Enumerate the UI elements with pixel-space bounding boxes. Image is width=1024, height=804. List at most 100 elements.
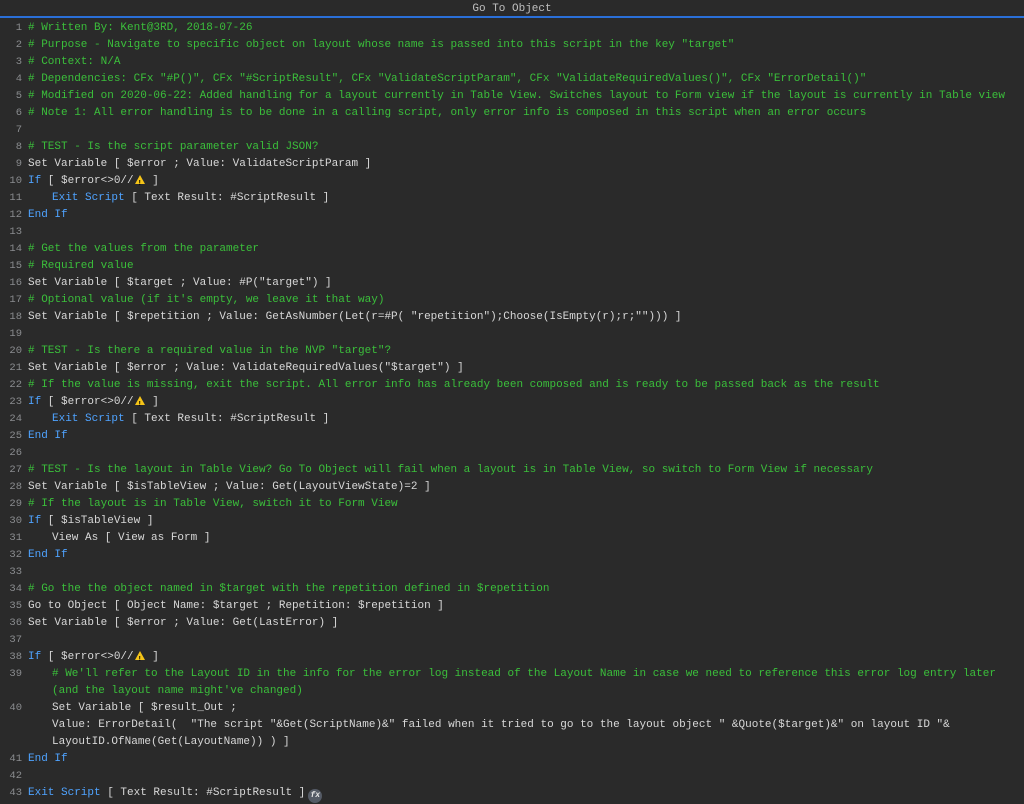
line-number: 20	[0, 343, 28, 360]
warning-icon	[135, 396, 145, 405]
script-line[interactable]: 39# We'll refer to the Layout ID in the …	[0, 666, 1024, 700]
code-content: # Written By: Kent@3RD, 2018-07-26	[28, 20, 1024, 37]
script-line[interactable]: 25End If	[0, 428, 1024, 445]
code-content: Set Variable [ $repetition ; Value: GetA…	[28, 309, 1024, 326]
code-content: If [ $error<>0// ]	[28, 394, 1024, 411]
code-content: # We'll refer to the Layout ID in the in…	[28, 666, 1024, 700]
line-number: 39	[0, 666, 28, 683]
line-number: 10	[0, 173, 28, 190]
code-content: # Go the the object named in $target wit…	[28, 581, 1024, 598]
script-line[interactable]: 23If [ $error<>0// ]	[0, 394, 1024, 411]
code-content	[28, 564, 1024, 581]
line-number: 22	[0, 377, 28, 394]
script-line[interactable]: 27# TEST - Is the layout in Table View? …	[0, 462, 1024, 479]
code-content: # Optional value (if it's empty, we leav…	[28, 292, 1024, 309]
script-line[interactable]: 4# Dependencies: CFx "#P()", CFx "#Scrip…	[0, 71, 1024, 88]
code-content: # Purpose - Navigate to specific object …	[28, 37, 1024, 54]
script-line[interactable]: 41End If	[0, 751, 1024, 768]
code-content: If [ $error<>0// ]	[28, 173, 1024, 190]
script-line[interactable]: 13	[0, 224, 1024, 241]
script-line[interactable]: 34# Go the the object named in $target w…	[0, 581, 1024, 598]
script-line[interactable]: 21Set Variable [ $error ; Value: Validat…	[0, 360, 1024, 377]
code-content	[28, 445, 1024, 462]
script-line[interactable]: 6# Note 1: All error handling is to be d…	[0, 105, 1024, 122]
code-content: # Get the values from the parameter	[28, 241, 1024, 258]
code-content: # Modified on 2020-06-22: Added handling…	[28, 88, 1024, 105]
code-content: # If the layout is in Table View, switch…	[28, 496, 1024, 513]
line-number: 16	[0, 275, 28, 292]
code-content: # Required value	[28, 258, 1024, 275]
script-line[interactable]: 18Set Variable [ $repetition ; Value: Ge…	[0, 309, 1024, 326]
script-line[interactable]: 42	[0, 768, 1024, 785]
line-number: 43	[0, 785, 28, 802]
line-number: 35	[0, 598, 28, 615]
code-content	[28, 326, 1024, 343]
code-content: Exit Script [ Text Result: #ScriptResult…	[28, 785, 1024, 803]
script-line[interactable]: 30If [ $isTableView ]	[0, 513, 1024, 530]
script-line[interactable]: 20# TEST - Is there a required value in …	[0, 343, 1024, 360]
code-content: Exit Script [ Text Result: #ScriptResult…	[28, 190, 1024, 207]
code-content: Set Variable [ $error ; Value: Get(LastE…	[28, 615, 1024, 632]
code-content: # Context: N/A	[28, 54, 1024, 71]
line-number: 4	[0, 71, 28, 88]
line-number: 30	[0, 513, 28, 530]
code-content: Set Variable [ $error ; Value: ValidateR…	[28, 360, 1024, 377]
script-line[interactable]: 26	[0, 445, 1024, 462]
line-number: 24	[0, 411, 28, 428]
script-line[interactable]: 17# Optional value (if it's empty, we le…	[0, 292, 1024, 309]
code-content: Set Variable [ $result_Out ;Value: Error…	[28, 700, 1024, 751]
code-content	[28, 224, 1024, 241]
script-line[interactable]: 2# Purpose - Navigate to specific object…	[0, 37, 1024, 54]
script-line[interactable]: 24Exit Script [ Text Result: #ScriptResu…	[0, 411, 1024, 428]
line-number: 6	[0, 105, 28, 122]
code-content: # TEST - Is there a required value in th…	[28, 343, 1024, 360]
title-bar: Go To Object	[0, 0, 1024, 18]
script-line[interactable]: 12End If	[0, 207, 1024, 224]
line-number: 8	[0, 139, 28, 156]
script-line[interactable]: 11Exit Script [ Text Result: #ScriptResu…	[0, 190, 1024, 207]
code-content: # TEST - Is the script parameter valid J…	[28, 139, 1024, 156]
line-number: 17	[0, 292, 28, 309]
script-line[interactable]: 32End If	[0, 547, 1024, 564]
script-line[interactable]: 8# TEST - Is the script parameter valid …	[0, 139, 1024, 156]
script-editor[interactable]: 1# Written By: Kent@3RD, 2018-07-262# Pu…	[0, 18, 1024, 803]
script-line[interactable]: 19	[0, 326, 1024, 343]
line-number: 36	[0, 615, 28, 632]
script-line[interactable]: 31View As [ View as Form ]	[0, 530, 1024, 547]
script-line[interactable]: 36Set Variable [ $error ; Value: Get(Las…	[0, 615, 1024, 632]
script-line[interactable]: 35Go to Object [ Object Name: $target ; …	[0, 598, 1024, 615]
script-line[interactable]: 15# Required value	[0, 258, 1024, 275]
script-line[interactable]: 29# If the layout is in Table View, swit…	[0, 496, 1024, 513]
script-line[interactable]: 9Set Variable [ $error ; Value: Validate…	[0, 156, 1024, 173]
code-content: If [ $isTableView ]	[28, 513, 1024, 530]
fx-icon[interactable]: fx	[308, 789, 322, 803]
code-content	[28, 768, 1024, 785]
script-line[interactable]: 22# If the value is missing, exit the sc…	[0, 377, 1024, 394]
script-line[interactable]: 3# Context: N/A	[0, 54, 1024, 71]
code-content: Exit Script [ Text Result: #ScriptResult…	[28, 411, 1024, 428]
line-number: 14	[0, 241, 28, 258]
line-number: 38	[0, 649, 28, 666]
script-line[interactable]: 7	[0, 122, 1024, 139]
code-content: View As [ View as Form ]	[28, 530, 1024, 547]
script-line[interactable]: 5# Modified on 2020-06-22: Added handlin…	[0, 88, 1024, 105]
line-number: 32	[0, 547, 28, 564]
code-content: # TEST - Is the layout in Table View? Go…	[28, 462, 1024, 479]
script-line[interactable]: 10If [ $error<>0// ]	[0, 173, 1024, 190]
script-line[interactable]: 43Exit Script [ Text Result: #ScriptResu…	[0, 785, 1024, 803]
code-content: # If the value is missing, exit the scri…	[28, 377, 1024, 394]
script-line[interactable]: 38If [ $error<>0// ]	[0, 649, 1024, 666]
line-number: 31	[0, 530, 28, 547]
code-content: End If	[28, 547, 1024, 564]
line-number: 11	[0, 190, 28, 207]
script-line[interactable]: 40Set Variable [ $result_Out ;Value: Err…	[0, 700, 1024, 751]
script-line[interactable]: 28Set Variable [ $isTableView ; Value: G…	[0, 479, 1024, 496]
line-number: 27	[0, 462, 28, 479]
line-number: 15	[0, 258, 28, 275]
script-line[interactable]: 14# Get the values from the parameter	[0, 241, 1024, 258]
script-line[interactable]: 1# Written By: Kent@3RD, 2018-07-26	[0, 20, 1024, 37]
script-line[interactable]: 33	[0, 564, 1024, 581]
line-number: 37	[0, 632, 28, 649]
script-line[interactable]: 37	[0, 632, 1024, 649]
script-line[interactable]: 16Set Variable [ $target ; Value: #P("ta…	[0, 275, 1024, 292]
